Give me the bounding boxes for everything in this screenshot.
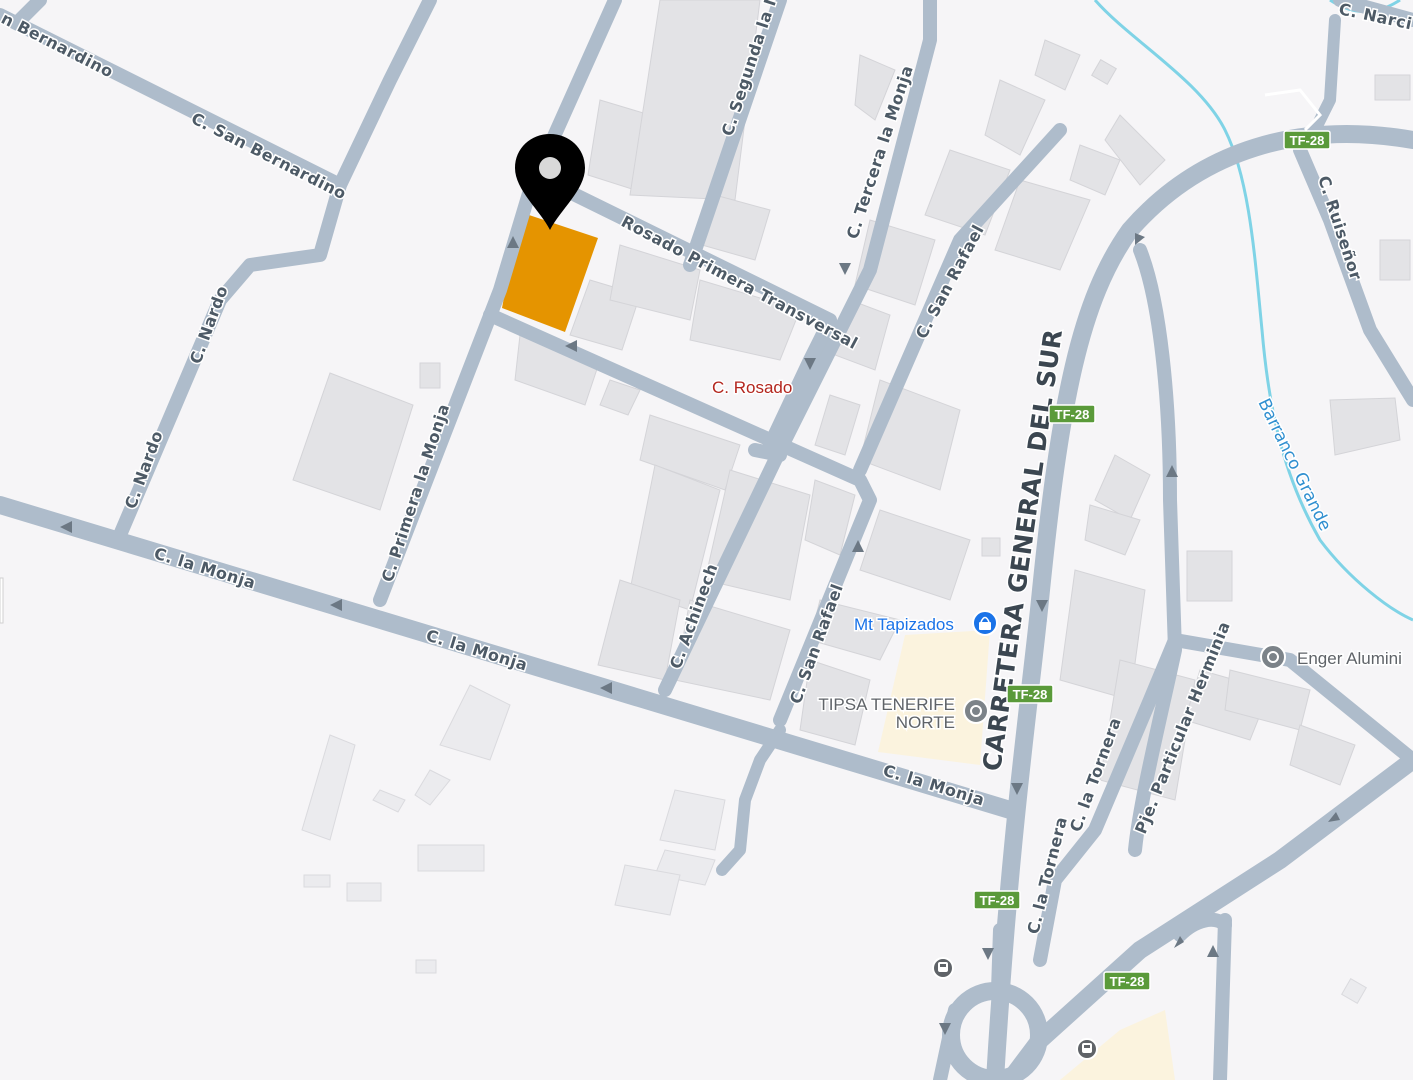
poi-icon[interactable]: [1260, 644, 1286, 670]
highway-shield: TF-28: [973, 890, 1021, 910]
highway-shield: TF-28: [1103, 971, 1151, 991]
svg-text:TF-28: TF-28: [980, 893, 1015, 908]
poi-label-tipsa-line1[interactable]: TIPSA TENERIFE: [817, 694, 957, 716]
shopping-bag-icon[interactable]: [972, 610, 998, 636]
highway-shield: TF-28: [1283, 130, 1331, 150]
poi-label-mt-tapizados[interactable]: Mt Tapizados: [853, 614, 956, 636]
poi-icon[interactable]: [963, 698, 989, 724]
svg-text:TF-28: TF-28: [1013, 687, 1048, 702]
map-edge-control[interactable]: [0, 577, 4, 624]
poi-mt-tapizados[interactable]: Mt Tapizados: [853, 610, 998, 636]
poi-enger[interactable]: Enger Alumini: [1260, 644, 1404, 670]
highway-shield: TF-28: [1048, 404, 1096, 424]
highway-shield: TF-28: [1006, 684, 1054, 704]
svg-text:TF-28: TF-28: [1290, 133, 1325, 148]
svg-text:TF-28: TF-28: [1055, 407, 1090, 422]
poi-label-enger[interactable]: Enger Alumini: [1296, 648, 1404, 670]
svg-text:TF-28: TF-28: [1110, 974, 1145, 989]
place-label-c-rosado[interactable]: C. Rosado: [711, 377, 794, 399]
bus-stop-icon[interactable]: [932, 957, 954, 979]
map-canvas[interactable]: n Bernardino C. San Bernardino C. Nardo …: [0, 0, 1413, 1080]
bus-stop-icon[interactable]: [1076, 1038, 1098, 1060]
poi-label-tipsa-line2[interactable]: NORTE: [894, 712, 956, 734]
